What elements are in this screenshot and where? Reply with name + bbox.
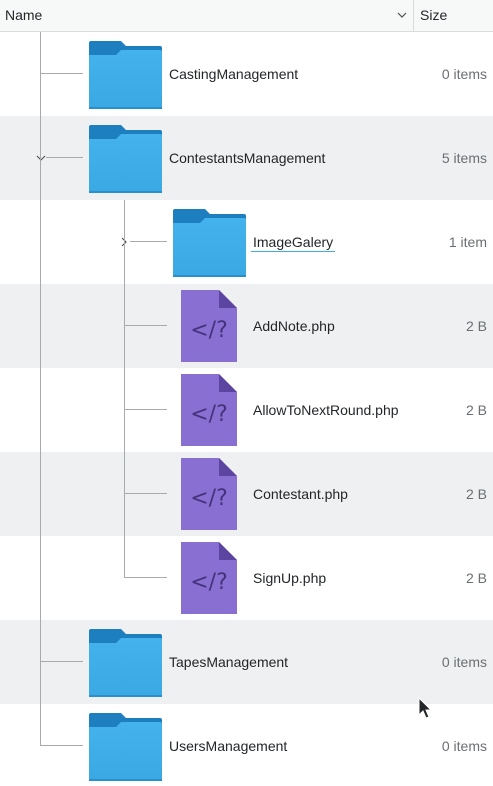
item-name: TapesManagement: [169, 654, 289, 670]
item-name: CastingManagement: [169, 66, 299, 82]
item-name: AllowToNextRound.php: [253, 402, 399, 418]
mouse-pointer-icon: [418, 697, 432, 719]
folder-icon: [88, 41, 162, 109]
list-item-signup[interactable]: SignUp.php 2 B: [0, 536, 493, 620]
file-list: CastingManagement 0 items ContestantsMan…: [0, 32, 493, 786]
item-size: 2 B: [465, 570, 487, 586]
folder-icon: [88, 629, 162, 697]
folder-icon: [88, 713, 162, 781]
list-item-castingmanagement[interactable]: CastingManagement 0 items: [0, 32, 493, 116]
list-item-contestantsmanagement[interactable]: ContestantsManagement 5 items: [0, 116, 493, 200]
column-header-size[interactable]: Size: [414, 0, 493, 31]
list-item-tapesmanagement[interactable]: TapesManagement 0 items: [0, 620, 493, 704]
chevron-down-icon[interactable]: [36, 153, 46, 163]
item-size: 0 items: [441, 66, 487, 82]
item-size: 2 B: [465, 402, 487, 418]
php-file-icon: [181, 374, 237, 446]
item-size: 2 B: [465, 318, 487, 334]
php-file-icon: [181, 542, 237, 614]
list-item-imagegalery[interactable]: ImageGalery 1 item: [0, 200, 493, 284]
list-item-allowtonextround[interactable]: AllowToNextRound.php 2 B: [0, 368, 493, 452]
item-name: UsersManagement: [169, 738, 288, 754]
file-tree-view: Name Size CastingManagement 0 items Cont…: [0, 0, 493, 786]
item-size: 5 items: [441, 150, 487, 166]
item-size: 1 item: [448, 234, 487, 250]
item-name: ContestantsManagement: [169, 150, 326, 166]
list-item-addnote[interactable]: AddNote.php 2 B: [0, 284, 493, 368]
column-header-name-label: Name: [5, 7, 43, 23]
column-header-size-label: Size: [420, 7, 448, 23]
item-name: ImageGalery: [251, 234, 336, 252]
item-name: SignUp.php: [253, 570, 327, 586]
item-size: 2 B: [465, 486, 487, 502]
column-header-name[interactable]: Name: [0, 0, 414, 31]
item-size: 0 items: [441, 654, 487, 670]
chevron-down-icon[interactable]: [396, 9, 408, 21]
folder-icon: [88, 125, 162, 193]
chevron-right-icon[interactable]: [119, 237, 129, 247]
item-size: 0 items: [441, 738, 487, 754]
list-item-contestant[interactable]: Contestant.php 2 B: [0, 452, 493, 536]
php-file-icon: [181, 458, 237, 530]
php-file-icon: [181, 290, 237, 362]
column-header-bar: Name Size: [0, 0, 493, 32]
item-name: Contestant.php: [253, 486, 348, 502]
item-name: AddNote.php: [253, 318, 335, 334]
folder-icon: [172, 209, 246, 277]
